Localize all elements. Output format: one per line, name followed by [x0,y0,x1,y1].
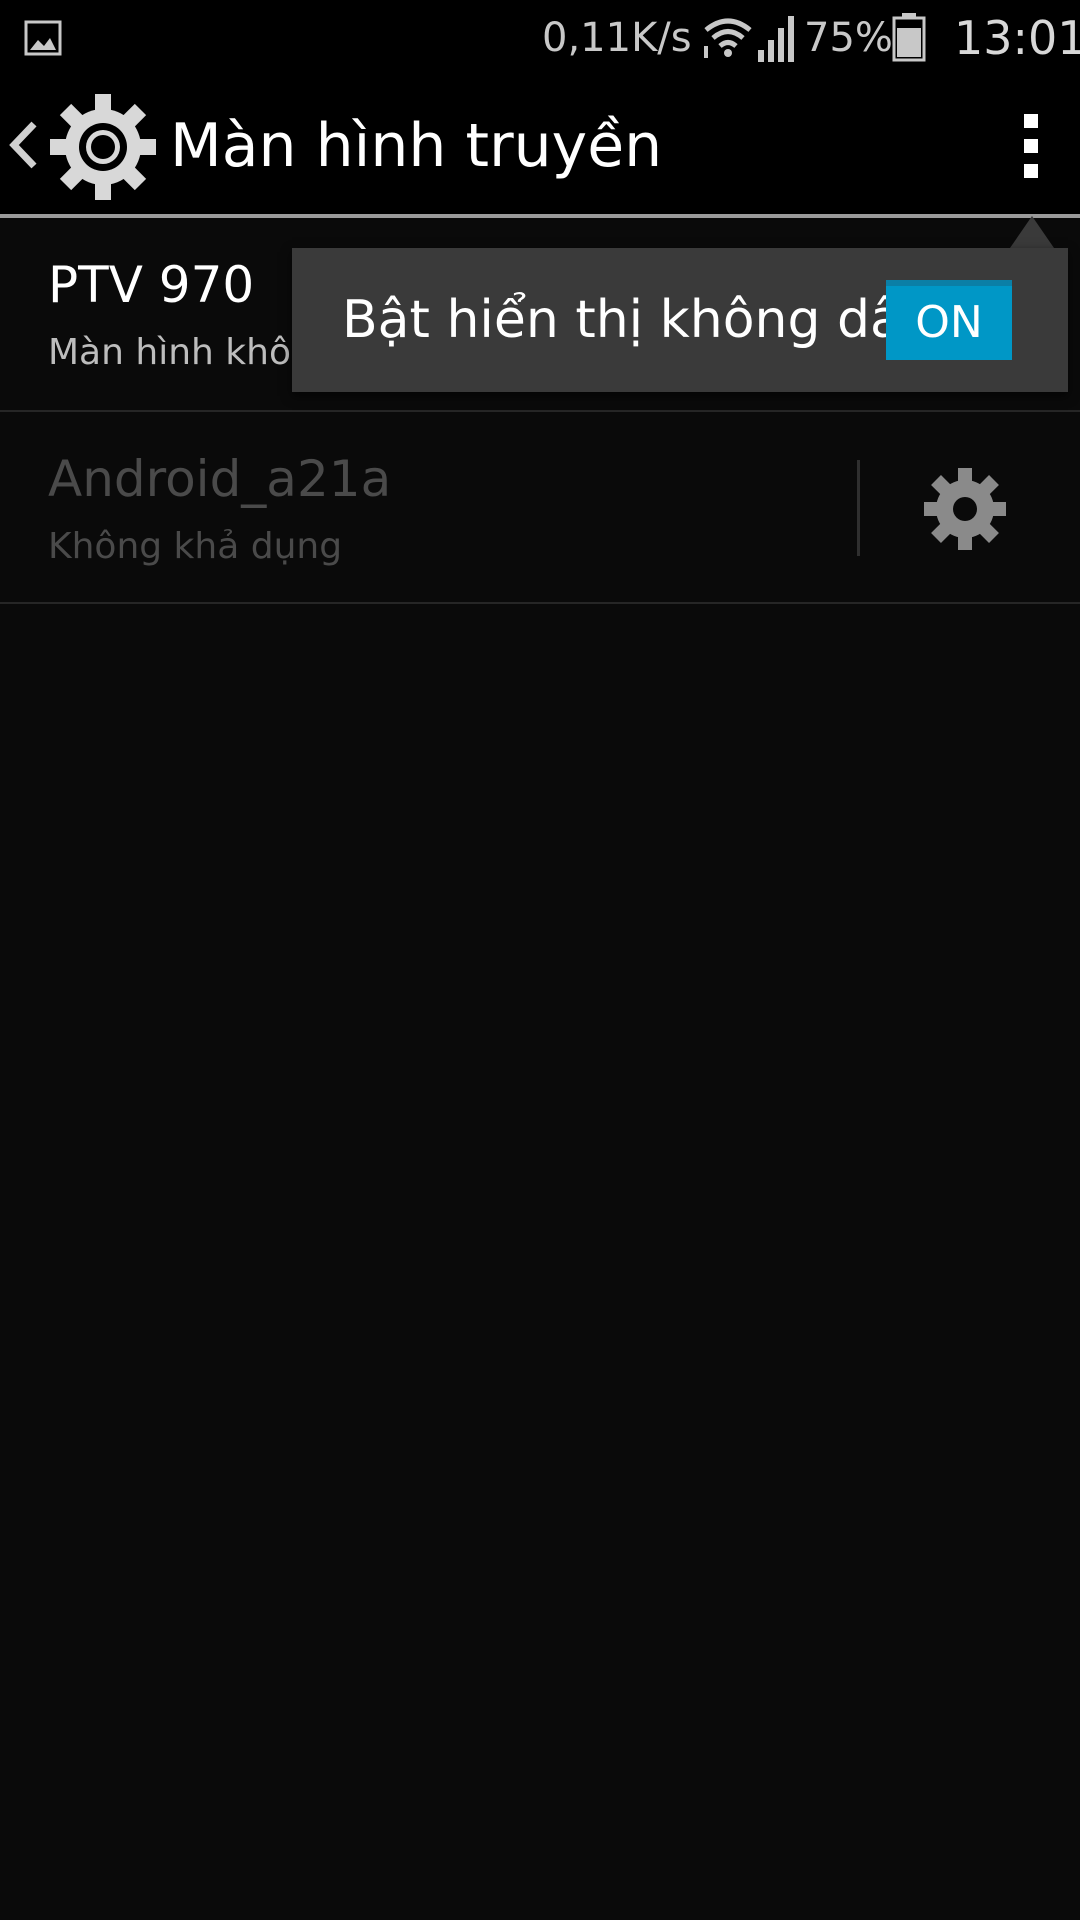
gallery-notification-icon [24,20,62,56]
device-item-android-a21a: Android_a21a Không khả dụng [0,412,1080,604]
device-settings-gear-icon[interactable] [922,466,1008,552]
wifi-icon [704,18,752,58]
signal-icon [758,16,794,62]
action-bar: Màn hình truyền [0,76,1080,214]
battery-icon [892,13,926,62]
back-icon[interactable] [6,116,40,174]
device-status: Không khả dụng [48,526,343,567]
list-divider [0,602,1080,604]
clock: 13:01 [954,11,1080,65]
overflow-menu-icon[interactable] [1012,114,1050,178]
battery-percent: 75% [804,15,893,61]
vertical-divider [857,460,860,556]
device-name: PTV 970 [48,256,255,314]
wireless-display-label[interactable]: Bật hiển thị không dây [342,284,933,356]
wireless-display-toggle[interactable]: ON [886,280,1012,360]
network-speed: 0,11K/s [542,15,692,61]
status-bar: 0,11K/s 75% 13:01 [0,0,1080,76]
device-status: Màn hình khô [48,332,291,373]
page-title: Màn hình truyền [170,111,663,181]
popup-arrow [1010,216,1054,248]
settings-gear-icon[interactable] [48,92,158,202]
device-name: Android_a21a [48,450,392,508]
overflow-popup-menu: Bật hiển thị không dây ON [292,248,1068,392]
screen: 0,11K/s 75% 13:01 Màn hình truyền PTV 97… [0,0,1080,1920]
